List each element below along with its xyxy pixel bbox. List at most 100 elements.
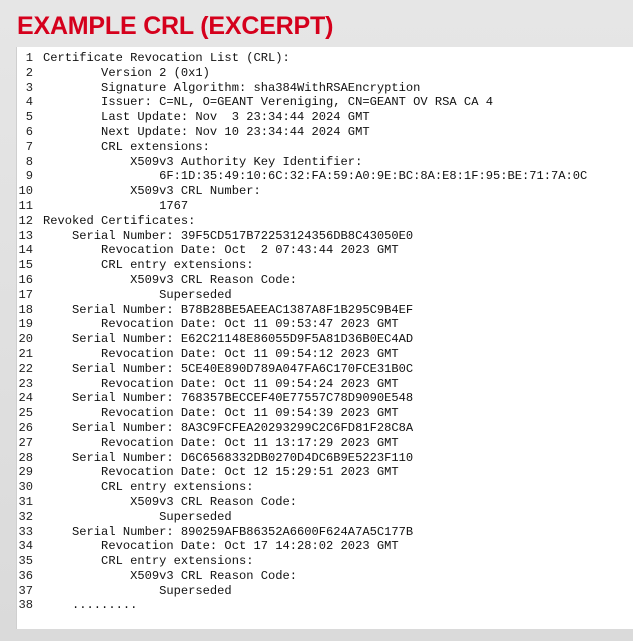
line-number: 12 bbox=[18, 213, 33, 228]
line-number: 26 bbox=[18, 420, 33, 435]
code-line: 35 CRL entry extensions: bbox=[17, 554, 633, 569]
line-text: Revocation Date: Oct 11 13:17:29 2023 GM… bbox=[43, 435, 399, 450]
code-line: 17 Superseded bbox=[17, 288, 633, 303]
code-line: 8 X509v3 Authority Key Identifier: bbox=[17, 155, 633, 170]
line-text: Certificate Revocation List (CRL): bbox=[43, 51, 290, 65]
line-number: 5 bbox=[25, 110, 33, 125]
line-number: 13 bbox=[18, 228, 33, 243]
line-text: Version 2 (0x1) bbox=[43, 65, 210, 80]
line-text: X509v3 CRL Reason Code: bbox=[43, 494, 298, 509]
line-text: Revocation Date: Oct 2 07:43:44 2023 GMT bbox=[43, 243, 399, 258]
line-number: 2 bbox=[25, 65, 33, 80]
line-text: X509v3 Authority Key Identifier: bbox=[43, 154, 363, 169]
line-text: ......... bbox=[43, 598, 138, 613]
line-number: 28 bbox=[18, 450, 33, 465]
line-text: Serial Number: 8A3C9FCFEA20293299C2C6FD8… bbox=[43, 420, 414, 435]
code-line: 9 6F:1D:35:49:10:6C:32:FA:59:A0:9E:BC:8A… bbox=[17, 169, 633, 184]
line-text: Revocation Date: Oct 11 09:54:39 2023 GM… bbox=[43, 406, 399, 421]
line-number: 17 bbox=[18, 287, 33, 302]
line-number: 38 bbox=[18, 598, 33, 613]
line-number: 30 bbox=[18, 480, 33, 495]
line-text: Next Update: Nov 10 23:34:44 2024 GMT bbox=[43, 124, 370, 139]
line-text: CRL entry extensions: bbox=[43, 554, 254, 569]
code-line: 16 X509v3 CRL Reason Code: bbox=[17, 273, 633, 288]
line-number: 9 bbox=[25, 169, 33, 184]
code-line: 3 Signature Algorithm: sha384WithRSAEncr… bbox=[17, 81, 633, 96]
line-text: Superseded bbox=[43, 509, 232, 524]
line-text: Serial Number: 39F5CD517B72253124356DB8C… bbox=[43, 228, 414, 243]
line-number: 32 bbox=[18, 509, 33, 524]
line-number: 27 bbox=[18, 435, 33, 450]
line-number: 11 bbox=[18, 198, 33, 213]
line-text: Serial Number: E62C21148E86055D9F5A81D36… bbox=[43, 332, 414, 347]
code-line: 23 Revocation Date: Oct 11 09:54:24 2023… bbox=[17, 377, 633, 392]
code-line: 20 Serial Number: E62C21148E86055D9F5A81… bbox=[17, 332, 633, 347]
line-number: 7 bbox=[25, 139, 33, 154]
line-number: 34 bbox=[18, 539, 33, 554]
line-number: 23 bbox=[18, 376, 33, 391]
line-number: 20 bbox=[18, 332, 33, 347]
code-line: 21 Revocation Date: Oct 11 09:54:12 2023… bbox=[17, 347, 633, 362]
line-text: Revocation Date: Oct 17 14:28:02 2023 GM… bbox=[43, 539, 399, 554]
line-number: 4 bbox=[25, 95, 33, 110]
line-text: Serial Number: B78B28BE5AEEAC1387A8F1B29… bbox=[43, 302, 414, 317]
code-line: 26 Serial Number: 8A3C9FCFEA20293299C2C6… bbox=[17, 421, 633, 436]
code-line: 10 X509v3 CRL Number: bbox=[17, 184, 633, 199]
code-line: 37 Superseded bbox=[17, 584, 633, 599]
code-line: 32 Superseded bbox=[17, 510, 633, 525]
code-line: 25 Revocation Date: Oct 11 09:54:39 2023… bbox=[17, 406, 633, 421]
crl-code-panel: 1 Certificate Revocation List (CRL): 2 Ver… bbox=[16, 47, 633, 629]
line-text: Serial Number: 5CE40E890D789A047FA6C170F… bbox=[43, 361, 414, 376]
code-line: 7 CRL extensions: bbox=[17, 140, 633, 155]
code-line: 22 Serial Number: 5CE40E890D789A047FA6C1… bbox=[17, 362, 633, 377]
line-number: 33 bbox=[18, 524, 33, 539]
line-text: X509v3 CRL Reason Code: bbox=[43, 568, 298, 583]
code-line: 19 Revocation Date: Oct 11 09:53:47 2023… bbox=[17, 317, 633, 332]
code-line: 14 Revocation Date: Oct 2 07:43:44 2023 … bbox=[17, 243, 633, 258]
code-line: 4 Issuer: C=NL, O=GEANT Vereniging, CN=G… bbox=[17, 95, 633, 110]
code-line: 27 Revocation Date: Oct 11 13:17:29 2023… bbox=[17, 436, 633, 451]
line-text: CRL entry extensions: bbox=[43, 480, 254, 495]
code-line: 6 Next Update: Nov 10 23:34:44 2024 GMT bbox=[17, 125, 633, 140]
line-text: 1767 bbox=[43, 198, 189, 213]
line-text: Revocation Date: Oct 11 09:53:47 2023 GM… bbox=[43, 317, 399, 332]
line-number: 36 bbox=[18, 568, 33, 583]
line-number: 14 bbox=[18, 243, 33, 258]
line-text: Serial Number: 890259AFB86352A6600F624A7… bbox=[43, 524, 414, 539]
code-line: 29 Revocation Date: Oct 12 15:29:51 2023… bbox=[17, 465, 633, 480]
code-line: 34 Revocation Date: Oct 17 14:28:02 2023… bbox=[17, 539, 633, 554]
code-line: 24 Serial Number: 768357BECCEF40E77557C7… bbox=[17, 391, 633, 406]
line-text: Revoked Certificates: bbox=[43, 213, 196, 228]
line-number: 24 bbox=[18, 391, 33, 406]
code-line: 2 Version 2 (0x1) bbox=[17, 66, 633, 81]
line-text: CRL extensions: bbox=[43, 139, 210, 154]
line-number: 21 bbox=[18, 346, 33, 361]
code-line: 11 1767 bbox=[17, 199, 633, 214]
crl-code-listing: 1 Certificate Revocation List (CRL): 2 Ver… bbox=[17, 51, 633, 613]
code-line: 18 Serial Number: B78B28BE5AEEAC1387A8F1… bbox=[17, 303, 633, 318]
line-text: Issuer: C=NL, O=GEANT Vereniging, CN=GEA… bbox=[43, 95, 493, 110]
code-line: 1 Certificate Revocation List (CRL): bbox=[17, 51, 633, 66]
line-number: 3 bbox=[25, 80, 33, 95]
line-text: X509v3 CRL Number: bbox=[43, 184, 261, 199]
line-text: 6F:1D:35:49:10:6C:32:FA:59:A0:9E:BC:8A:E… bbox=[43, 169, 588, 184]
line-text: X509v3 CRL Reason Code: bbox=[43, 272, 298, 287]
line-text: Serial Number: D6C6568332DB0270D4DC6B9E5… bbox=[43, 450, 414, 465]
line-number: 8 bbox=[25, 154, 33, 169]
code-line: 38 ......... bbox=[17, 598, 633, 613]
line-text: Superseded bbox=[43, 583, 232, 598]
code-line: 13 Serial Number: 39F5CD517B72253124356D… bbox=[17, 229, 633, 244]
line-number: 19 bbox=[18, 317, 33, 332]
code-line: 30 CRL entry extensions: bbox=[17, 480, 633, 495]
line-number: 15 bbox=[18, 258, 33, 273]
code-line: 15 CRL entry extensions: bbox=[17, 258, 633, 273]
line-number: 25 bbox=[18, 406, 33, 421]
line-text: Serial Number: 768357BECCEF40E77557C78D9… bbox=[43, 391, 414, 406]
line-text: Last Update: Nov 3 23:34:44 2024 GMT bbox=[43, 110, 370, 125]
line-number: 16 bbox=[18, 272, 33, 287]
line-text: Revocation Date: Oct 12 15:29:51 2023 GM… bbox=[43, 465, 399, 480]
line-number: 31 bbox=[18, 494, 33, 509]
page-title: EXAMPLE CRL (EXCERPT) bbox=[17, 12, 334, 40]
line-number: 18 bbox=[18, 302, 33, 317]
line-text: CRL entry extensions: bbox=[43, 258, 254, 273]
